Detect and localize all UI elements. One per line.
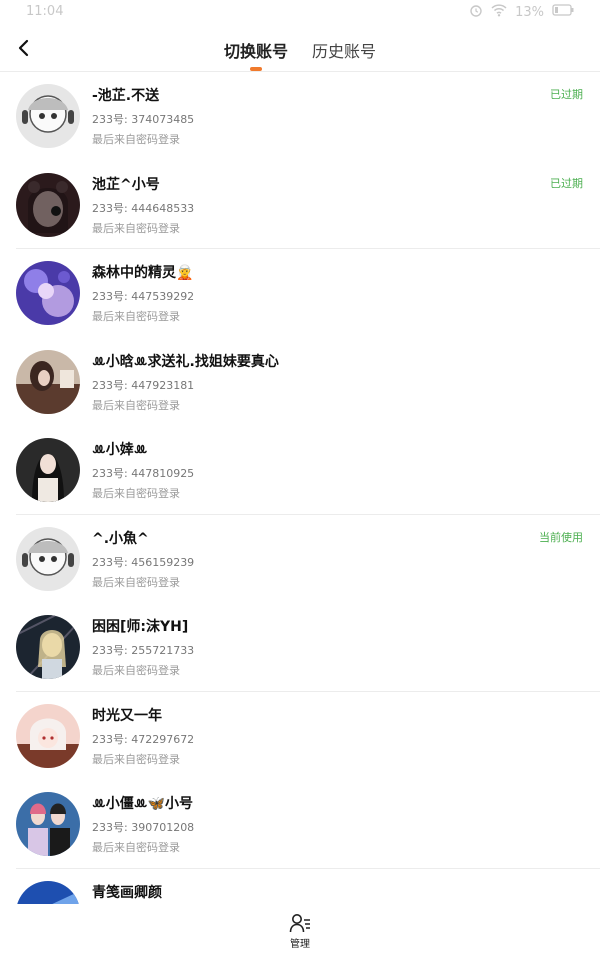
tab-indicator xyxy=(250,67,262,71)
status-time: 11:04 xyxy=(26,4,64,19)
status-icons: 13% xyxy=(469,3,574,21)
status-badge: 当前使用 xyxy=(539,530,583,544)
account-id: 233号: 374073485 xyxy=(92,113,195,126)
account-name: 困困[师:沫YH] xyxy=(92,619,189,635)
status-badge: 已过期 xyxy=(550,176,583,190)
account-item[interactable]: 森林中的精灵🧝 233号: 447539292 最后来自密码登录 xyxy=(0,249,600,338)
account-id: 233号: 447810925 xyxy=(92,467,195,480)
account-item[interactable]: ꔛ小婞ꔛ 233号: 447810925 最后来自密码登录 xyxy=(0,426,600,515)
avatar xyxy=(16,792,80,856)
back-button[interactable] xyxy=(10,34,38,62)
wifi-icon xyxy=(491,3,507,21)
account-id: 233号: 390701208 xyxy=(92,821,195,834)
account-name: 池芷^小号 xyxy=(92,176,160,193)
manage-button[interactable]: 管理 xyxy=(280,913,320,953)
avatar xyxy=(16,703,80,768)
login-method: 最后来自密码登录 xyxy=(92,841,180,854)
status-badge: 已过期 xyxy=(550,88,583,101)
account-name: -池芷.不送 xyxy=(92,88,160,104)
account-item[interactable]: ꔛ小晗ꔛ求送礼.找姐妹要真心 233号: 447923181 最后来自密码登录 xyxy=(0,338,600,427)
account-id: 233号: 472297672 xyxy=(92,732,195,746)
battery-text: 13% xyxy=(515,4,544,20)
battery-icon xyxy=(552,4,574,20)
avatar xyxy=(16,172,80,237)
account-item[interactable]: -池芷.不送 233号: 374073485 最后来自密码登录 已过期 xyxy=(0,72,600,161)
top-nav: 切换账号 历史账号 xyxy=(0,24,600,72)
login-method: 最后来自密码登录 xyxy=(92,752,180,766)
avatar xyxy=(16,349,80,414)
account-item[interactable]: ꔛ小僵ꔛ🦋小号 233号: 390701208 最后来自密码登录 xyxy=(0,780,600,869)
chevron-left-icon xyxy=(18,39,29,57)
account-item[interactable]: 时光又一年 233号: 472297672 最后来自密码登录 xyxy=(0,692,600,781)
avatar xyxy=(16,261,80,325)
account-name: ꔛ小晗ꔛ求送礼.找姐妹要真心 xyxy=(92,353,279,370)
bottom-bar: 管理 xyxy=(0,904,600,960)
login-method: 最后来自密码登录 xyxy=(92,398,180,412)
account-item[interactable]: ^.小魚^ 233号: 456159239 最后来自密码登录 当前使用 xyxy=(0,515,600,604)
tab-switch-account[interactable]: 切换账号 xyxy=(224,38,288,62)
account-id: 233号: 447539292 xyxy=(92,290,195,303)
avatar xyxy=(16,84,80,148)
login-method: 最后来自密码登录 xyxy=(92,487,180,500)
avatar xyxy=(16,615,80,679)
account-id: 233号: 444648533 xyxy=(92,201,195,215)
user-manage-icon xyxy=(289,914,310,933)
account-name: 时光又一年 xyxy=(92,707,162,724)
avatar xyxy=(16,526,80,591)
account-id: 233号: 456159239 xyxy=(92,555,195,569)
account-name: 青笺画卿颜 xyxy=(92,884,162,901)
account-name: ^.小魚^ xyxy=(92,530,149,547)
account-name: ꔛ小婞ꔛ xyxy=(92,442,148,458)
login-method: 最后来自密码登录 xyxy=(92,133,180,146)
account-name: 森林中的精灵🧝 xyxy=(92,265,194,281)
account-list[interactable]: -池芷.不送 233号: 374073485 最后来自密码登录 已过期 池芷^小… xyxy=(0,72,600,904)
account-item[interactable]: 困困[师:沫YH] 233号: 255721733 最后来自密码登录 xyxy=(0,603,600,692)
manage-label: 管理 xyxy=(290,939,310,950)
account-item[interactable]: 池芷^小号 233号: 444648533 最后来自密码登录 已过期 xyxy=(0,161,600,250)
account-id: 233号: 255721733 xyxy=(92,644,195,657)
account-id: 233号: 447923181 xyxy=(92,378,195,392)
avatar xyxy=(16,880,80,904)
avatar xyxy=(16,438,80,502)
account-name: ꔛ小僵ꔛ🦋小号 xyxy=(92,796,193,812)
login-method: 最后来自密码登录 xyxy=(92,221,180,235)
alarm-icon xyxy=(469,3,483,21)
tab-history-account[interactable]: 历史账号 xyxy=(312,38,376,62)
login-method: 最后来自密码登录 xyxy=(92,310,180,323)
account-item[interactable]: 青笺画卿颜 xyxy=(0,869,600,904)
status-bar: 11:04 13% xyxy=(0,0,600,24)
login-method: 最后来自密码登录 xyxy=(92,664,180,677)
login-method: 最后来自密码登录 xyxy=(92,575,180,589)
